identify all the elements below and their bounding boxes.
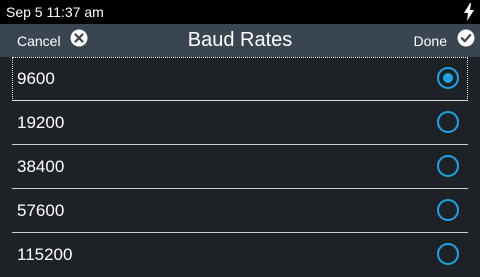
radio-unselected-icon[interactable] — [437, 199, 459, 221]
cancel-label: Cancel — [17, 32, 61, 49]
radio-unselected-icon[interactable] — [437, 111, 459, 133]
check-circle-icon — [457, 29, 475, 52]
done-label: Done — [413, 32, 447, 49]
list-item-label: 115200 — [17, 245, 73, 264]
list-item-19200[interactable]: 19200 — [12, 101, 468, 145]
radio-unselected-icon[interactable] — [437, 243, 459, 265]
list-item-label: 9600 — [17, 69, 55, 88]
list-item-57600[interactable]: 57600 — [12, 189, 468, 233]
list-item-label: 38400 — [17, 157, 65, 176]
list-item-label: 57600 — [17, 201, 65, 220]
status-bar: Sep 5 11:37 am — [0, 0, 480, 24]
list-item-label: 19200 — [17, 113, 65, 132]
close-circle-icon — [70, 29, 88, 52]
status-time: Sep 5 11:37 am — [6, 4, 104, 20]
list-item-115200[interactable]: 115200 — [12, 233, 468, 277]
lightning-bolt-icon — [464, 3, 474, 21]
list-item-9600[interactable]: 9600 — [12, 57, 468, 101]
radio-unselected-icon[interactable] — [437, 155, 459, 177]
list-item-38400[interactable]: 38400 — [12, 145, 468, 189]
baud-rate-list: 9600 19200 38400 57600 115200 — [0, 57, 480, 277]
cancel-button[interactable]: Cancel — [17, 24, 88, 57]
radio-selected-icon[interactable] — [437, 67, 459, 89]
nav-bar: Cancel Baud Rates Done — [0, 24, 480, 57]
done-button[interactable]: Done — [414, 24, 475, 57]
